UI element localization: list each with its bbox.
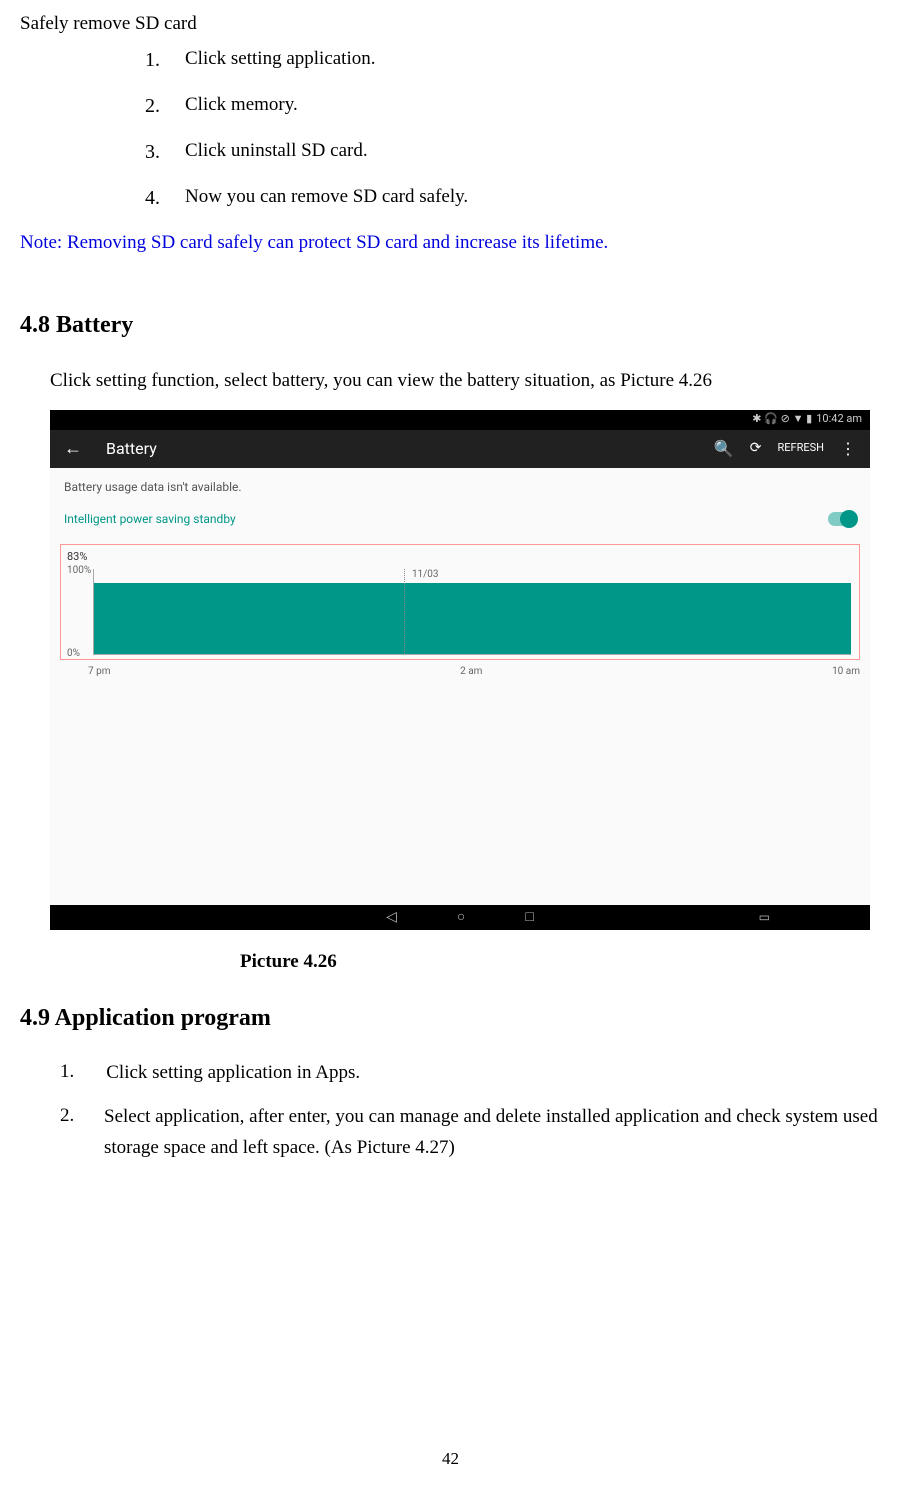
chart-area: 100% 0% 11/03 xyxy=(67,567,853,657)
item-number: 2. xyxy=(60,1102,72,1163)
toolbar-title: Battery xyxy=(106,437,714,461)
item-text: Click setting application in Apps. xyxy=(106,1058,360,1088)
status-time: 10:42 am xyxy=(816,411,862,428)
toolbar-actions: 🔍 ⟳ REFRESH ⋮ xyxy=(714,437,856,461)
item-number: 1. xyxy=(60,1058,74,1088)
section-4-9-heading: 4.9 Application program xyxy=(20,1000,881,1036)
status-bar: ✱ 🎧 ⊘ ▼ ▮ 10:42 am xyxy=(50,410,870,430)
list-item: 2. Select application, after enter, you … xyxy=(60,1102,881,1163)
list-item: 1. Click setting application. xyxy=(145,45,881,75)
list-item: 4. Now you can remove SD card safely. xyxy=(145,183,881,213)
y-axis-bottom: 0% xyxy=(67,646,80,661)
item-number: 1. xyxy=(145,45,165,75)
info-message: Battery usage data isn't available. xyxy=(50,468,870,506)
power-saving-row[interactable]: Intelligent power saving standby xyxy=(50,506,870,538)
app-toolbar: ← Battery 🔍 ⟳ REFRESH ⋮ xyxy=(50,430,870,468)
battery-content: Battery usage data isn't available. Inte… xyxy=(50,468,870,905)
item-text: Now you can remove SD card safely. xyxy=(185,183,468,213)
note-text: Note: Removing SD card safely can protec… xyxy=(20,229,881,258)
more-icon[interactable]: ⋮ xyxy=(840,437,856,461)
item-text: Click memory. xyxy=(185,91,298,121)
list-item: 2. Click memory. xyxy=(145,91,881,121)
x-axis-labels: 7 pm 2 am 10 am xyxy=(88,664,860,679)
search-icon[interactable]: 🔍 xyxy=(714,437,734,461)
list-item: 1. Click setting application in Apps. xyxy=(60,1058,881,1088)
status-icons: ✱ 🎧 ⊘ ▼ ▮ xyxy=(752,411,812,428)
nav-recent-icon[interactable]: □ xyxy=(525,907,533,928)
chart-mid-label: 11/03 xyxy=(412,567,439,582)
item-text: Click uninstall SD card. xyxy=(185,137,368,167)
x-label: 10 am xyxy=(832,664,860,679)
section-intro: Safely remove SD card xyxy=(20,10,881,39)
steps-list-2: 1. Click setting application in Apps. 2.… xyxy=(60,1058,881,1163)
chart-plot: 11/03 xyxy=(93,569,851,655)
nav-home-icon[interactable]: ○ xyxy=(457,907,465,928)
steps-list-1: 1. Click setting application. 2. Click m… xyxy=(145,45,881,213)
y-axis-top: 100% xyxy=(67,563,91,578)
list-item: 3. Click uninstall SD card. xyxy=(145,137,881,167)
section-4-8-heading: 4.8 Battery xyxy=(20,307,881,343)
item-number: 2. xyxy=(145,91,165,121)
battery-screenshot: ✱ 🎧 ⊘ ▼ ▮ 10:42 am ← Battery 🔍 ⟳ REFRESH… xyxy=(50,410,870,930)
toggle-label: Intelligent power saving standby xyxy=(64,510,236,528)
nav-back-icon[interactable]: ◁ xyxy=(386,907,397,928)
figure-caption: Picture 4.26 xyxy=(240,948,881,977)
nav-pip-icon[interactable]: ▭ xyxy=(759,908,770,926)
x-label: 2 am xyxy=(460,664,482,679)
toggle-switch[interactable] xyxy=(828,512,856,526)
page-number: 42 xyxy=(0,1446,901,1472)
chart-divider xyxy=(404,569,405,654)
battery-description: Click setting function, select battery, … xyxy=(50,367,881,396)
chart-fill xyxy=(94,583,851,654)
refresh-button[interactable]: REFRESH xyxy=(777,440,824,457)
x-label: 7 pm xyxy=(88,664,111,679)
back-icon[interactable]: ← xyxy=(64,435,82,462)
item-text: Select application, after enter, you can… xyxy=(104,1102,881,1163)
item-number: 3. xyxy=(145,137,165,167)
battery-percentage: 83% xyxy=(67,549,853,566)
item-text: Click setting application. xyxy=(185,45,376,75)
refresh-icon[interactable]: ⟳ xyxy=(750,438,762,459)
nav-bar: ◁ ○ □ ▭ xyxy=(50,905,870,930)
battery-chart: 83% 100% 0% 11/03 xyxy=(60,544,860,661)
item-number: 4. xyxy=(145,183,165,213)
